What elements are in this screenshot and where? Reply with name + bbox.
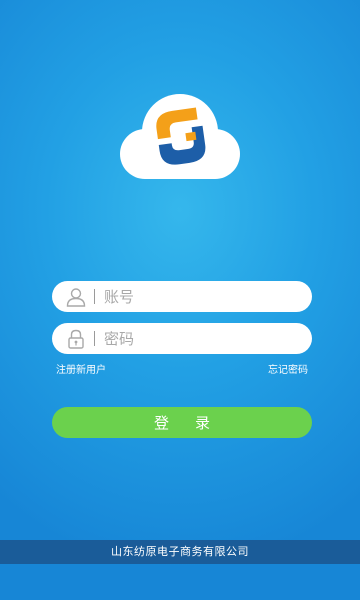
register-link[interactable]: 注册新用户 xyxy=(56,361,106,376)
account-field[interactable] xyxy=(52,281,312,312)
field-separator xyxy=(94,331,95,346)
field-separator xyxy=(94,289,95,304)
password-input[interactable] xyxy=(104,323,300,354)
app-logo xyxy=(118,88,242,188)
password-field[interactable] xyxy=(52,323,312,354)
cloud-logo-icon xyxy=(120,94,240,179)
user-icon xyxy=(65,286,87,308)
lock-icon xyxy=(65,328,87,350)
account-input[interactable] xyxy=(104,281,300,312)
login-button[interactable]: 登录 xyxy=(52,407,312,438)
company-name: 山东纺原电子商务有限公司 xyxy=(111,545,249,558)
footer-bar: 山东纺原电子商务有限公司 xyxy=(0,540,360,564)
forgot-password-link[interactable]: 忘记密码 xyxy=(268,361,308,376)
